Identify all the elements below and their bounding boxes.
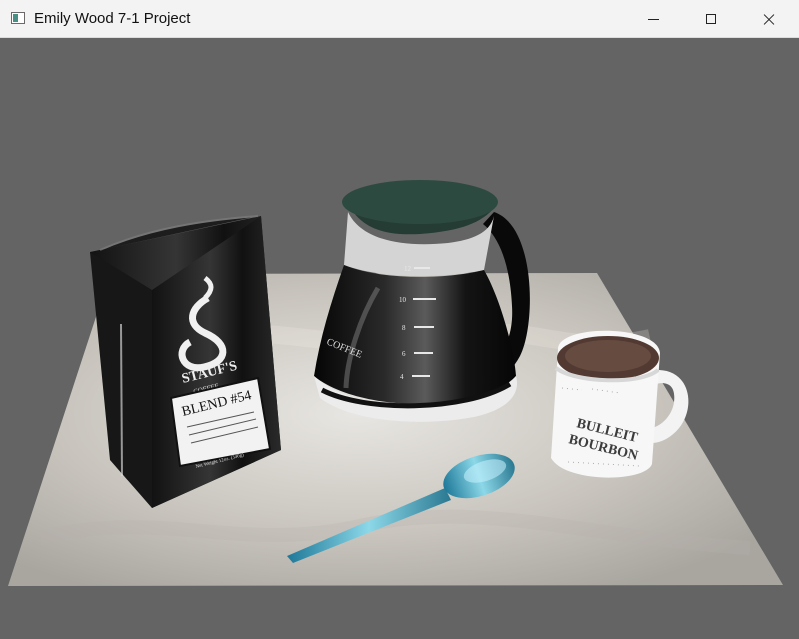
maximize-button[interactable] [682,0,740,38]
minimize-button[interactable] [624,0,682,38]
title-bar[interactable]: Emily Wood 7-1 Project [0,0,799,38]
window-title: Emily Wood 7-1 Project [34,10,191,27]
carafe-mark-10: 10 [399,296,407,304]
carafe-mark-8: 8 [402,324,406,332]
close-button[interactable] [740,0,798,38]
coffee-carafe: 12 10 8 6 4 COFFEE [314,180,530,422]
carafe-mark-4: 4 [400,373,404,381]
carafe-mark-12: 12 [404,265,412,273]
application-window: Emily Wood 7-1 Project STAUF'S BLEND #54… [0,0,799,639]
carafe-mark-6: 6 [402,350,406,358]
app-window-icon [11,12,25,24]
3d-scene-canvas: STAUF'S COFFEE BLEND #54 Net Weight 12oz… [8,180,783,586]
